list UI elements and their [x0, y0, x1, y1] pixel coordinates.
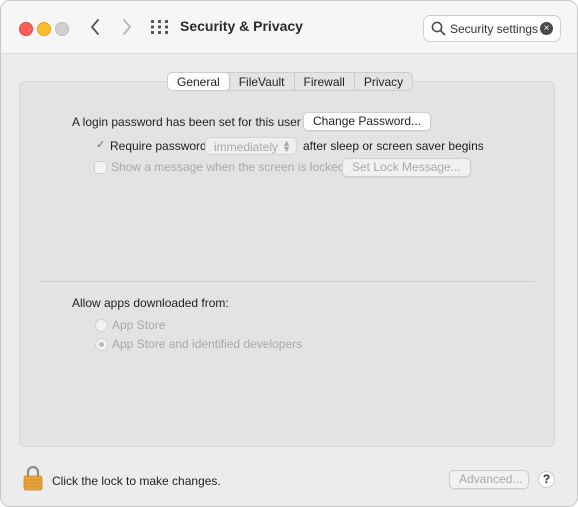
close-button[interactable] [19, 22, 33, 36]
tab-general[interactable]: General [168, 73, 230, 90]
search-field[interactable]: Security settings × [423, 15, 561, 42]
lock-hint-text: Click the lock to make changes. [52, 474, 221, 488]
chevron-updown-icon: ▲ ▼ [282, 138, 291, 154]
app-store-identified-label: App Store and identified developers [112, 337, 303, 351]
general-panel [19, 81, 555, 447]
lock-icon[interactable] [23, 465, 43, 491]
window-title: Security & Privacy [180, 18, 303, 34]
tab-filevault[interactable]: FileVault [230, 73, 295, 90]
preferences-window: Security & Privacy Security settings × G… [0, 0, 578, 507]
allow-apps-heading: Allow apps downloaded from: [72, 296, 229, 310]
section-divider [39, 281, 535, 282]
back-button[interactable] [83, 14, 107, 40]
search-icon [431, 21, 446, 36]
tab-bar: General FileVault Firewall Privacy [167, 72, 414, 91]
require-password-label: Require password [110, 139, 207, 153]
tab-firewall[interactable]: Firewall [295, 73, 355, 90]
app-store-label: App Store [112, 318, 166, 332]
password-delay-select[interactable]: immediately ▲ ▼ [205, 137, 297, 155]
app-store-identified-radio[interactable] [95, 338, 108, 351]
search-input[interactable]: Security settings [450, 22, 538, 36]
minimize-button[interactable] [37, 22, 51, 36]
require-password-checkbox[interactable]: ✓ [96, 138, 105, 151]
set-lock-message-button[interactable]: Set Lock Message... [342, 158, 471, 177]
title-bar: Security & Privacy Security settings × [1, 1, 577, 54]
grid-icon[interactable] [151, 20, 168, 34]
change-password-button[interactable]: Change Password... [303, 112, 432, 131]
app-store-radio[interactable] [95, 319, 108, 332]
show-message-checkbox[interactable] [94, 161, 107, 174]
after-sleep-text: after sleep or screen saver begins [303, 139, 484, 153]
zoom-button[interactable] [55, 22, 69, 36]
advanced-button[interactable]: Advanced... [449, 470, 529, 489]
forward-button[interactable] [115, 14, 139, 40]
help-button[interactable]: ? [538, 471, 555, 488]
chevron-right-icon [123, 19, 131, 35]
clear-icon[interactable]: × [540, 22, 553, 35]
password-delay-value: immediately [214, 140, 279, 154]
login-password-text: A login password has been set for this u… [72, 115, 301, 129]
chevron-left-icon [91, 19, 99, 35]
tab-privacy[interactable]: Privacy [355, 73, 412, 90]
show-message-label: Show a message when the screen is locked [111, 160, 345, 174]
